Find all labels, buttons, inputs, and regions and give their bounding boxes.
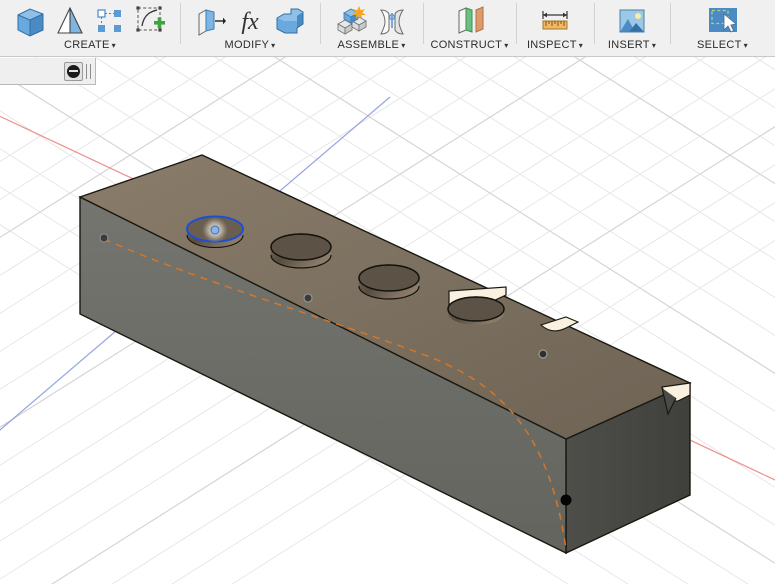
ribbon-panel-inspect: INSPECT ▾ — [516, 0, 594, 56]
modify-panel-icons: fx — [180, 0, 320, 39]
assemble-caret-icon: ▾ — [401, 41, 406, 50]
ribbon-panel-construct: CONSTRUCT ▾ — [423, 0, 516, 56]
select-label-text: SELECT — [697, 39, 742, 51]
hole-1-center-point — [210, 225, 220, 235]
insert-label-text: INSERT — [607, 39, 650, 51]
modify-press-pull-icon[interactable] — [193, 4, 227, 38]
create-box-icon[interactable] — [13, 4, 47, 38]
modify-caret-icon: ▾ — [271, 41, 276, 50]
create-extrude-icon[interactable] — [53, 4, 87, 38]
sketch-point-origin — [99, 233, 109, 243]
main-ribbon-toolbar: CREATE ▾ fx MODIFY ▾ ASSEMBLE ▾ CONSTRUC… — [0, 0, 775, 57]
insert-panel-icons — [594, 0, 670, 39]
sketch-point-mid — [303, 293, 313, 303]
construct-panel-icons — [423, 0, 516, 39]
collapse-circle-icon — [67, 64, 80, 78]
select-panel-label[interactable]: SELECT ▾ — [670, 39, 775, 56]
modify-change-parameters-icon[interactable]: fx — [233, 4, 267, 38]
construct-caret-icon: ▾ — [504, 41, 509, 50]
panel-drag-grip[interactable] — [86, 63, 91, 79]
select-caret-icon: ▾ — [743, 41, 748, 50]
sketch-point-right — [538, 349, 548, 359]
construct-label-text: CONSTRUCT — [430, 39, 503, 51]
assemble-label-text: ASSEMBLE — [337, 39, 400, 51]
modify-label-text: MODIFY — [224, 39, 270, 51]
solid-block-body[interactable] — [78, 154, 692, 555]
sketch-point-end — [560, 494, 572, 506]
modify-combine-icon[interactable] — [273, 4, 307, 38]
collapse-panel-button[interactable] — [64, 61, 83, 81]
inspect-panel-label[interactable]: INSPECT ▾ — [516, 39, 594, 56]
create-pattern-icon[interactable] — [93, 4, 127, 38]
inspect-measure-icon[interactable] — [538, 4, 572, 38]
ribbon-panel-insert: INSERT ▾ — [594, 0, 670, 56]
ribbon-panel-assemble: ASSEMBLE ▾ — [320, 0, 423, 56]
hole-3[interactable] — [358, 264, 420, 300]
assemble-joint-icon[interactable] — [375, 4, 409, 38]
assemble-panel-label[interactable]: ASSEMBLE ▾ — [320, 39, 423, 56]
model-viewport-canvas[interactable] — [0, 57, 775, 584]
viewport-scene — [0, 57, 775, 584]
inspect-label-text: INSPECT — [526, 39, 577, 51]
select-window-icon[interactable] — [706, 4, 740, 38]
ribbon-panel-select: SELECT ▾ — [670, 0, 775, 56]
ribbon-panel-create: CREATE ▾ — [0, 0, 180, 56]
create-label-text: CREATE — [64, 39, 110, 51]
construct-offset-plane-icon[interactable] — [453, 4, 487, 38]
hole-4-notched[interactable] — [447, 296, 505, 325]
fusion-app-window: CREATE ▾ fx MODIFY ▾ ASSEMBLE ▾ CONSTRUC… — [0, 0, 775, 584]
inspect-caret-icon: ▾ — [578, 41, 584, 50]
create-panel-icons — [0, 0, 180, 39]
create-panel-label[interactable]: CREATE ▾ — [0, 39, 180, 56]
modify-panel-label[interactable]: MODIFY ▾ — [180, 39, 320, 56]
hole-2[interactable] — [270, 233, 332, 269]
insert-panel-label[interactable]: INSERT ▾ — [594, 39, 670, 56]
assemble-new-component-icon[interactable] — [335, 4, 369, 38]
create-caret-icon: ▾ — [111, 41, 116, 50]
inspect-panel-icons — [516, 0, 594, 39]
insert-canvas-icon[interactable] — [615, 4, 649, 38]
select-panel-icons — [670, 0, 775, 39]
browser-panel-strip — [0, 58, 96, 85]
svg-text:fx: fx — [241, 9, 259, 35]
assemble-panel-icons — [320, 0, 423, 39]
hole-1[interactable] — [186, 215, 244, 249]
ribbon-panel-modify: fx MODIFY ▾ — [180, 0, 320, 56]
construct-panel-label[interactable]: CONSTRUCT ▾ — [423, 39, 516, 56]
insert-caret-icon: ▾ — [651, 41, 657, 50]
create-sketch-icon[interactable] — [133, 4, 167, 38]
